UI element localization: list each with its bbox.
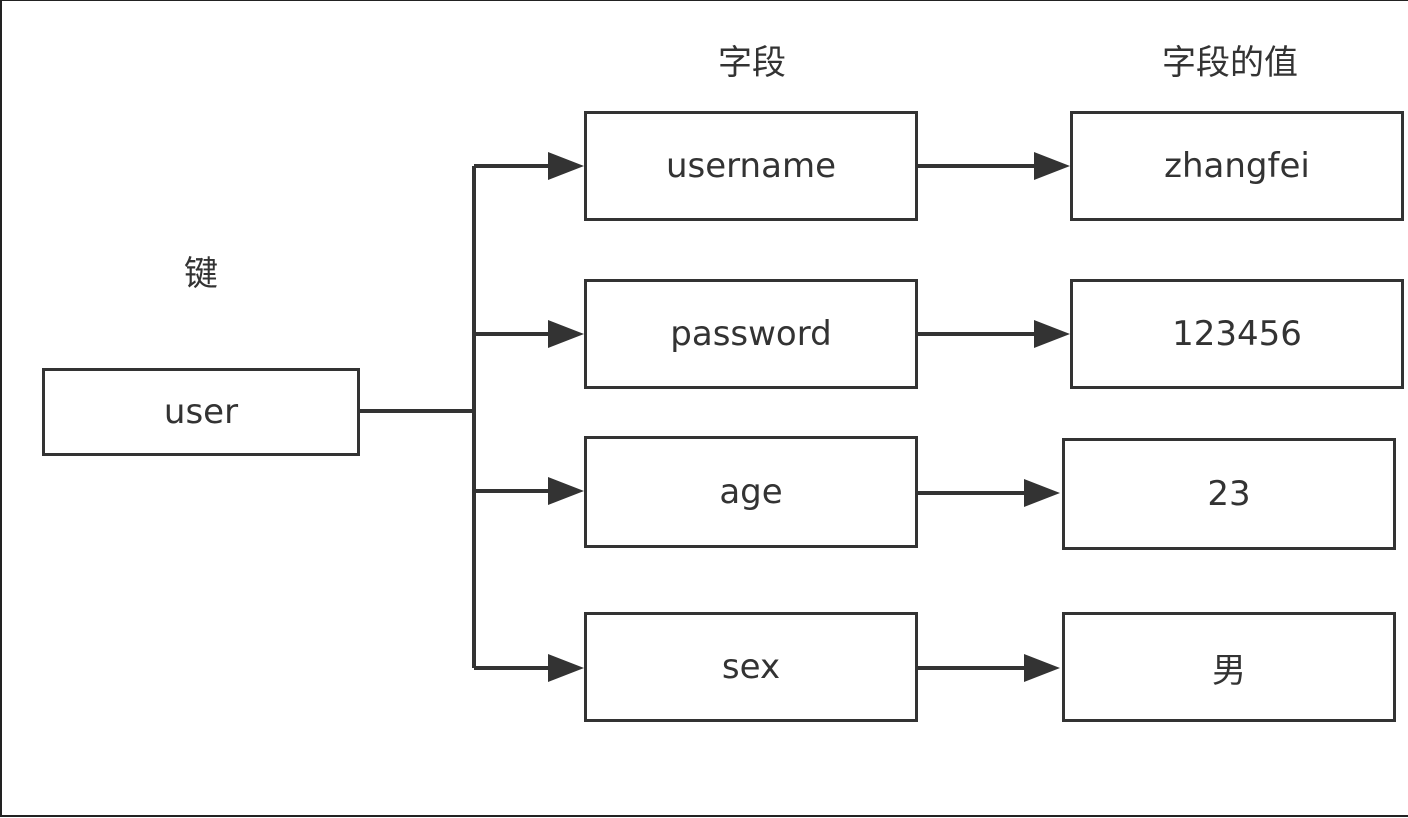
field-node-age: age: [584, 436, 918, 548]
arrowhead-icon: [548, 477, 584, 505]
arrowhead-icon: [1024, 479, 1060, 507]
value-node-username: zhangfei: [1070, 111, 1404, 221]
arrowhead-icon: [548, 152, 584, 180]
key-node-user: user: [42, 368, 360, 456]
diagram-canvas: 键 字段 字段的值 user username password age sex…: [0, 0, 1408, 817]
heading-field: 字段: [718, 43, 786, 83]
value-node-sex: 男: [1062, 612, 1396, 722]
value-node-password: 123456: [1070, 279, 1404, 389]
field-node-sex: sex: [584, 612, 918, 722]
heading-field-value: 字段的值: [1162, 43, 1298, 83]
arrowhead-icon: [548, 320, 584, 348]
arrowhead-icon: [1034, 320, 1070, 348]
arrowhead-icon: [1024, 654, 1060, 682]
arrowhead-icon: [1034, 152, 1070, 180]
field-node-password: password: [584, 279, 918, 389]
field-node-username: username: [584, 111, 918, 221]
arrowhead-icon: [548, 654, 584, 682]
heading-key: 键: [184, 254, 218, 294]
value-node-age: 23: [1062, 438, 1396, 550]
